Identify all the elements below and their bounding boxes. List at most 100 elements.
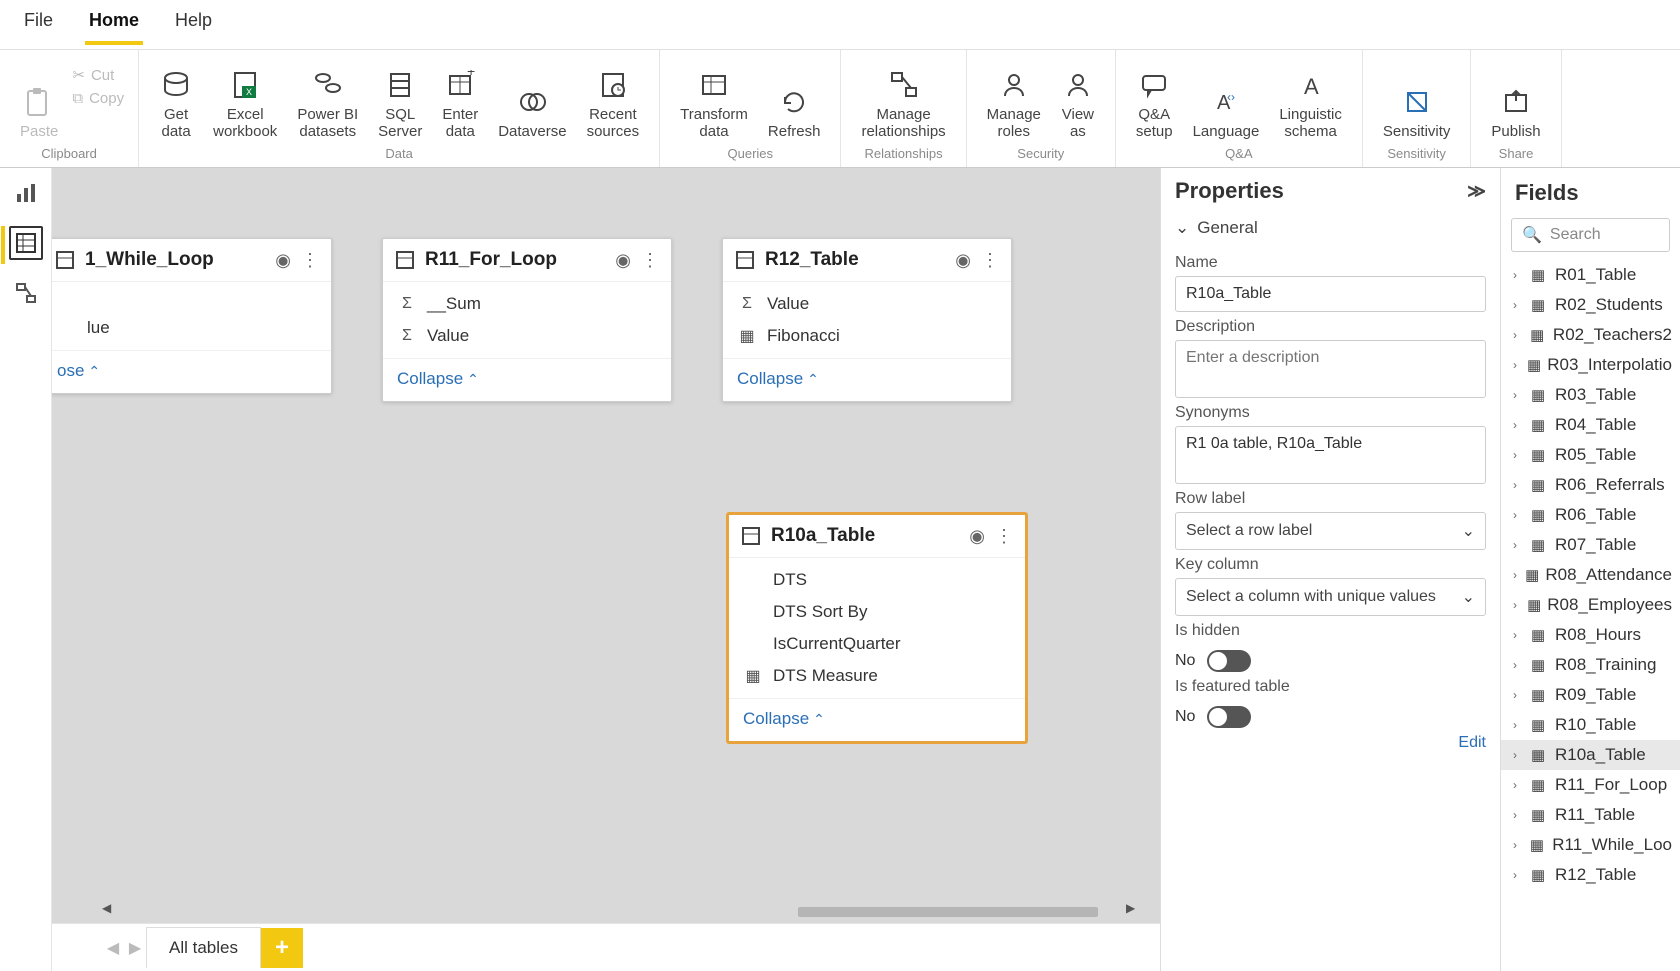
fields-item[interactable]: ›▦R08_Employees (1501, 590, 1680, 620)
synonyms-input[interactable] (1175, 426, 1486, 484)
manage-relationships-button[interactable]: Manage relationships (851, 54, 955, 144)
refresh-button[interactable]: Refresh (758, 54, 831, 144)
more-icon[interactable]: ⋮ (641, 250, 659, 271)
excel-button[interactable]: XExcel workbook (203, 54, 287, 144)
copy-button[interactable]: ⧉Copy (68, 88, 128, 109)
more-icon[interactable]: ⋮ (981, 250, 999, 271)
model-view-button[interactable] (9, 276, 43, 310)
sql-server-button[interactable]: SQL Server (368, 54, 432, 144)
edit-link[interactable]: Edit (1175, 734, 1486, 752)
menu-help[interactable]: Help (171, 4, 216, 45)
field-row[interactable]: IsCurrentQuarter (729, 628, 1025, 660)
pbi-icon (311, 68, 345, 102)
fields-item[interactable]: ›▦R09_Table (1501, 680, 1680, 710)
dataverse-button[interactable]: Dataverse (488, 54, 576, 144)
chevron-right-icon: › (1513, 568, 1519, 582)
manage-roles-button[interactable]: Manage roles (977, 54, 1051, 144)
fields-item[interactable]: ›▦R04_Table (1501, 410, 1680, 440)
language-button[interactable]: A‹›Language (1183, 54, 1270, 144)
qa-setup-button[interactable]: Q&A setup (1126, 54, 1183, 144)
field-row[interactable]: lue (52, 312, 331, 344)
fields-item[interactable]: ›▦R11_While_Loo (1501, 830, 1680, 860)
visibility-icon[interactable]: ◉ (275, 250, 291, 271)
field-row[interactable]: ▦DTS Measure (729, 660, 1025, 692)
visibility-icon[interactable]: ◉ (955, 250, 971, 271)
fields-item[interactable]: ›▦R03_Interpolatio (1501, 350, 1680, 380)
chevron-down-icon: ⌄ (1462, 521, 1475, 541)
fields-item[interactable]: ›▦R11_Table (1501, 800, 1680, 830)
next-sheet-button[interactable]: ▶ (124, 938, 146, 958)
field-row[interactable] (52, 288, 331, 300)
report-view-button[interactable] (9, 176, 43, 210)
add-sheet-button[interactable]: + (261, 928, 303, 968)
field-row[interactable]: DTS (729, 564, 1025, 596)
field-row[interactable]: ΣValue (723, 288, 1011, 320)
collapse-link[interactable]: Collapse⌃ (737, 369, 819, 388)
scroll-right-icon[interactable]: ▶ (1126, 901, 1140, 915)
visibility-icon[interactable]: ◉ (969, 526, 985, 547)
fields-item[interactable]: ›▦R06_Table (1501, 500, 1680, 530)
collapse-link[interactable]: Collapse⌃ (397, 369, 479, 388)
fields-item[interactable]: ›▦R01_Table (1501, 260, 1680, 290)
field-row[interactable]: Σ__Sum (383, 288, 671, 320)
paste-button[interactable]: Paste (10, 54, 68, 144)
fields-item[interactable]: ›▦R11_For_Loop (1501, 770, 1680, 800)
collapse-link[interactable]: ose⌃ (57, 361, 100, 380)
prev-sheet-button[interactable]: ◀ (102, 938, 124, 958)
fields-item[interactable]: ›▦R08_Hours (1501, 620, 1680, 650)
model-canvas[interactable]: 1_While_Loop ◉ ⋮ lue ose⌃ R11_F (52, 168, 1160, 923)
data-view-button[interactable] (9, 226, 43, 260)
horizontal-scrollbar[interactable]: ◀ ▶ (102, 901, 1140, 915)
collapse-pane-icon[interactable]: ≫ (1467, 181, 1486, 202)
sheet-tabbar: ◀ ▶ All tables + (52, 923, 1160, 971)
sheet-tab[interactable]: All tables (146, 927, 261, 968)
fields-item[interactable]: ›▦R10a_Table (1501, 740, 1680, 770)
get-data-button[interactable]: Get data (149, 54, 203, 144)
table-icon (55, 250, 75, 270)
fields-search[interactable]: 🔍 Search (1511, 218, 1670, 252)
sensitivity-button[interactable]: Sensitivity (1373, 54, 1461, 144)
fields-item[interactable]: ›▦R07_Table (1501, 530, 1680, 560)
pbi-datasets-button[interactable]: Power BI datasets (287, 54, 368, 144)
table-card-for-loop[interactable]: R11_For_Loop ◉ ⋮ Σ__Sum ΣValue Collapse⌃ (382, 238, 672, 402)
fields-item[interactable]: ›▦R03_Table (1501, 380, 1680, 410)
fields-item[interactable]: ›▦R06_Referrals (1501, 470, 1680, 500)
publish-button[interactable]: Publish (1481, 54, 1550, 144)
menu-home[interactable]: Home (85, 4, 143, 45)
key-column-select[interactable]: Select a column with unique values⌄ (1175, 578, 1486, 616)
more-icon[interactable]: ⋮ (301, 250, 319, 271)
recent-sources-button[interactable]: Recent sources (577, 54, 650, 144)
table-card-r10a[interactable]: R10a_Table ◉ ⋮ DTS DTS Sort By IsCurrent… (727, 513, 1027, 743)
fields-item[interactable]: ›▦R12_Table (1501, 860, 1680, 890)
section-general[interactable]: ⌄General (1175, 218, 1486, 238)
view-as-button[interactable]: View as (1051, 54, 1105, 144)
fields-item[interactable]: ›▦R10_Table (1501, 710, 1680, 740)
more-icon[interactable]: ⋮ (995, 526, 1013, 547)
transform-data-button[interactable]: Transform data (670, 54, 758, 144)
cut-button[interactable]: ✂Cut (68, 64, 128, 86)
description-input[interactable] (1175, 340, 1486, 398)
linguistic-schema-button[interactable]: ALinguistic schema (1269, 54, 1352, 144)
field-row[interactable] (52, 300, 331, 312)
enter-data-button[interactable]: +Enter data (432, 54, 488, 144)
scroll-left-icon[interactable]: ◀ (102, 901, 116, 915)
table-card-r12[interactable]: R12_Table ◉ ⋮ ΣValue ▦Fibonacci Collapse… (722, 238, 1012, 402)
collapse-link[interactable]: Collapse⌃ (743, 709, 825, 728)
scroll-thumb[interactable] (798, 907, 1098, 917)
table-card-while-loop[interactable]: 1_While_Loop ◉ ⋮ lue ose⌃ (52, 238, 332, 394)
field-row[interactable]: DTS Sort By (729, 596, 1025, 628)
is-featured-toggle[interactable] (1207, 706, 1251, 728)
fields-item[interactable]: ›▦R02_Students (1501, 290, 1680, 320)
menu-file[interactable]: File (20, 4, 57, 45)
row-label-select[interactable]: Select a row label⌄ (1175, 512, 1486, 550)
fields-item[interactable]: ›▦R08_Attendance (1501, 560, 1680, 590)
fields-item[interactable]: ›▦R02_Teachers2 (1501, 320, 1680, 350)
visibility-icon[interactable]: ◉ (615, 250, 631, 271)
name-input[interactable] (1175, 276, 1486, 312)
is-hidden-toggle[interactable] (1207, 650, 1251, 672)
field-row[interactable]: ΣValue (383, 320, 671, 352)
field-row[interactable]: ▦Fibonacci (723, 320, 1011, 352)
fields-item[interactable]: ›▦R05_Table (1501, 440, 1680, 470)
chevron-down-icon: ⌄ (1462, 587, 1475, 607)
fields-item[interactable]: ›▦R08_Training (1501, 650, 1680, 680)
